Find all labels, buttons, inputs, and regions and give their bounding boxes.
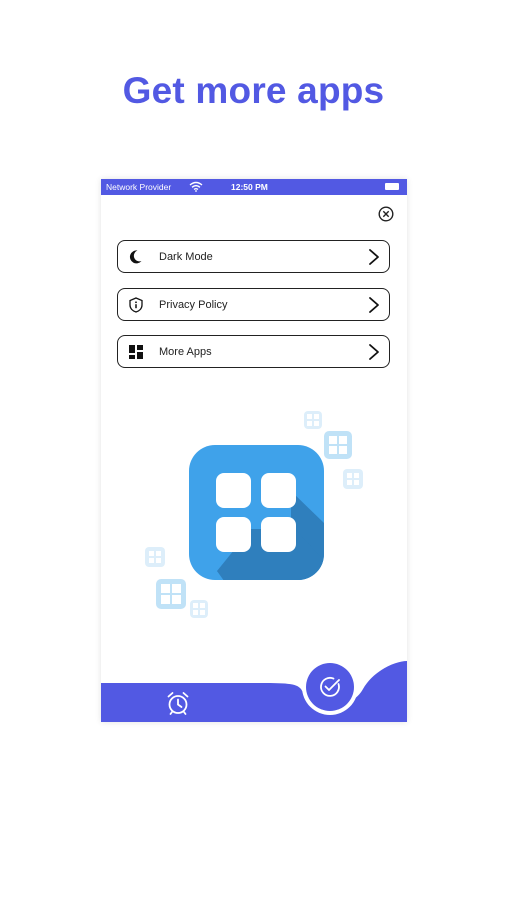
page-title: Get more apps bbox=[122, 70, 385, 111]
floating-tile-icon bbox=[156, 579, 186, 609]
menu-item-label: Dark Mode bbox=[159, 251, 213, 263]
chevron-right-icon bbox=[369, 344, 379, 360]
grid-icon bbox=[129, 345, 143, 359]
floating-tile-icon bbox=[190, 600, 208, 618]
more-apps-grid-icon bbox=[189, 445, 324, 580]
bottom-tab-bar bbox=[101, 661, 407, 722]
alarm-clock-icon[interactable] bbox=[165, 690, 191, 716]
floating-tile-icon bbox=[324, 431, 352, 459]
floating-tile-icon bbox=[145, 547, 165, 567]
phone-screen: Network Provider 12:50 PM Dark Mode Priv… bbox=[101, 179, 407, 722]
more-apps-illustration bbox=[145, 411, 363, 618]
close-button[interactable] bbox=[378, 206, 394, 222]
status-bar: Network Provider 12:50 PM bbox=[101, 179, 407, 195]
chevron-right-icon bbox=[369, 249, 379, 265]
menu-item-dark-mode[interactable]: Dark Mode bbox=[117, 240, 390, 273]
shield-info-icon bbox=[129, 297, 143, 313]
check-button[interactable] bbox=[306, 663, 354, 711]
menu-item-privacy-policy[interactable]: Privacy Policy bbox=[117, 288, 390, 321]
floating-tile-icon bbox=[343, 469, 363, 489]
network-provider: Network Provider bbox=[106, 182, 172, 192]
battery-icon bbox=[385, 183, 399, 190]
floating-tile-icon bbox=[304, 411, 322, 429]
chevron-right-icon bbox=[369, 297, 379, 313]
wifi-icon bbox=[189, 181, 203, 192]
menu-item-label: More Apps bbox=[159, 346, 212, 358]
menu-item-more-apps[interactable]: More Apps bbox=[117, 335, 390, 368]
moon-icon bbox=[129, 250, 142, 264]
check-circle-icon bbox=[320, 677, 340, 697]
menu-item-label: Privacy Policy bbox=[159, 299, 228, 311]
status-time: 12:50 PM bbox=[231, 182, 268, 192]
